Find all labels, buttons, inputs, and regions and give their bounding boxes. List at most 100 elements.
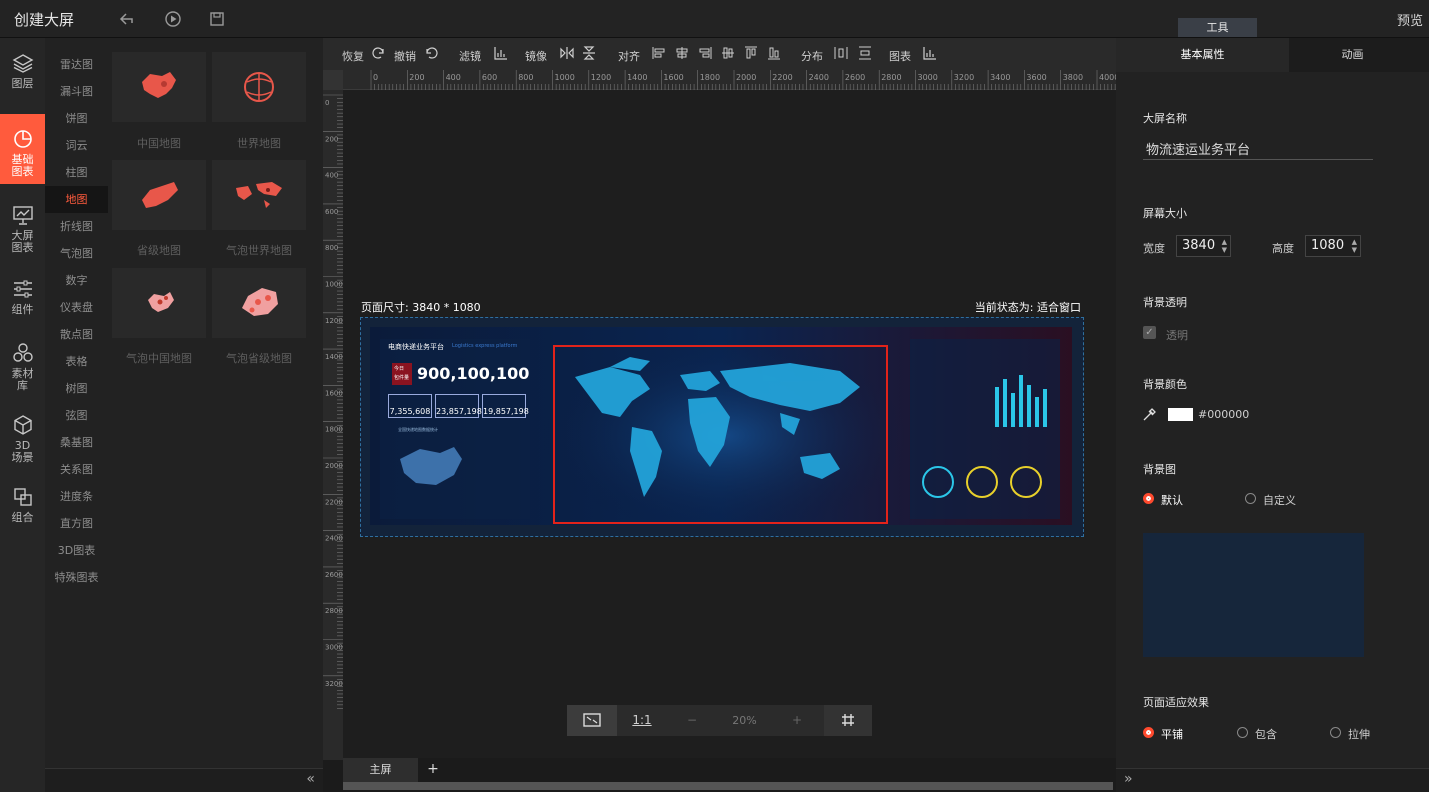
undo-icon[interactable] [424, 46, 438, 60]
width-input[interactable]: 3840 ▲ ▼ [1176, 235, 1231, 257]
align-bottom-icon[interactable] [767, 46, 781, 60]
bg-image-label: 背景图 [1143, 463, 1176, 476]
filter-button[interactable]: 滤镜 [459, 48, 481, 64]
category-item-active[interactable]: 地图 [45, 186, 108, 213]
properties-tabs: 基本属性 动画 [1116, 38, 1429, 72]
category-item[interactable]: 饼图 [45, 105, 108, 132]
china-map-thumb[interactable] [112, 52, 206, 122]
width-label: 宽度 [1143, 242, 1165, 255]
color-swatch[interactable] [1168, 408, 1193, 421]
category-item[interactable]: 关系图 [45, 456, 108, 483]
redo-icon[interactable] [372, 46, 386, 60]
ruler-label: 1600 [325, 389, 343, 397]
bg-image-preview[interactable] [1143, 533, 1364, 657]
pie-chart-icon [13, 130, 32, 148]
align-middle-icon[interactable] [721, 46, 735, 60]
zoom-out-button[interactable]: − [677, 705, 707, 736]
save-icon[interactable] [208, 10, 226, 28]
category-item[interactable]: 直方图 [45, 510, 108, 537]
bubble-world-map-thumb[interactable] [212, 160, 306, 230]
category-item[interactable]: 柱图 [45, 159, 108, 186]
nav-assets[interactable]: 素材库 [0, 328, 45, 398]
fit-screen-button[interactable] [567, 705, 617, 736]
nav-components[interactable]: 组件 [0, 264, 45, 334]
one-to-one-button[interactable]: 1:1 [622, 705, 662, 736]
mirror-horizontal-icon[interactable] [560, 46, 574, 60]
dashboard-preview[interactable]: 电商快递业务平台 Logistics express platform 今日 包… [370, 327, 1072, 525]
distribute-button[interactable]: 分布 [801, 48, 823, 64]
zoom-in-button[interactable]: + [782, 705, 812, 736]
ruler-label: 2000 [325, 462, 343, 470]
transparent-checkbox[interactable]: ✓ [1143, 326, 1156, 339]
category-item[interactable]: 气泡图 [45, 240, 108, 267]
horizontal-scrollbar[interactable] [343, 782, 1113, 790]
category-item[interactable]: 雷达图 [45, 51, 108, 78]
height-input[interactable]: 1080 ▲ ▼ [1305, 235, 1361, 257]
category-item[interactable]: 桑基图 [45, 429, 108, 456]
nav-3d-scene[interactable]: 3D场景 [0, 400, 45, 470]
width-stepper-icon[interactable]: ▲ ▼ [1222, 238, 1227, 254]
grid-button[interactable] [824, 705, 872, 736]
stat-box: 7,355,608 [388, 394, 432, 418]
redo-button[interactable]: 恢复 [342, 48, 364, 64]
back-icon[interactable] [118, 10, 136, 28]
collapse-right-icon[interactable]: » [1124, 771, 1133, 787]
ruler-label: 600 [325, 208, 338, 216]
tab-animation[interactable]: 动画 [1276, 38, 1429, 72]
province-map-thumb[interactable] [112, 160, 206, 230]
tools-tab[interactable]: 工具 [1178, 18, 1257, 37]
collapse-left-icon[interactable]: « [306, 771, 315, 787]
category-item[interactable]: 树图 [45, 375, 108, 402]
world-map-thumb[interactable] [212, 52, 306, 122]
fit-contain-radio[interactable] [1237, 727, 1248, 738]
height-stepper-icon[interactable]: ▲ ▼ [1352, 238, 1357, 254]
mirror-vertical-icon[interactable] [582, 46, 596, 60]
bubble-china-map-thumb[interactable] [112, 268, 206, 338]
category-item[interactable]: 散点图 [45, 321, 108, 348]
nav-layers[interactable]: 图层 [0, 38, 45, 108]
align-center-icon[interactable] [675, 46, 689, 60]
chart-icon[interactable] [923, 46, 937, 60]
category-item[interactable]: 进度条 [45, 483, 108, 510]
category-item[interactable]: 特殊图表 [45, 564, 108, 591]
screen-name-input[interactable]: 物流速运业务平台 [1143, 139, 1373, 160]
category-item[interactable]: 仪表盘 [45, 294, 108, 321]
undo-button[interactable]: 撤销 [394, 48, 416, 64]
align-left-icon[interactable] [652, 46, 666, 60]
add-page-button[interactable]: + [423, 758, 443, 782]
eyedropper-icon[interactable] [1142, 406, 1158, 422]
distribute-vertical-icon[interactable] [858, 46, 872, 60]
group-icon [13, 488, 32, 506]
ruler-label: 2200 [325, 498, 343, 506]
category-item[interactable]: 表格 [45, 348, 108, 375]
fit-effect-label: 页面适应效果 [1143, 696, 1209, 709]
page-tab-main[interactable]: 主屏 [343, 758, 418, 782]
distribute-horizontal-icon[interactable] [834, 46, 848, 60]
filter-chart-icon[interactable] [494, 46, 508, 60]
category-item[interactable]: 3D图表 [45, 537, 108, 564]
category-item[interactable]: 弦图 [45, 402, 108, 429]
play-icon[interactable] [164, 10, 182, 28]
mirror-button[interactable]: 镜像 [525, 48, 547, 64]
bg-default-radio[interactable] [1143, 493, 1154, 504]
category-item[interactable]: 漏斗图 [45, 78, 108, 105]
bubble-province-map-thumb[interactable] [212, 268, 306, 338]
ruler-label: 1400 [325, 353, 343, 361]
preview-button[interactable]: 预览 [1397, 10, 1423, 29]
fit-tile-radio[interactable] [1143, 727, 1154, 738]
align-right-icon[interactable] [698, 46, 712, 60]
category-item[interactable]: 折线图 [45, 213, 108, 240]
nav-group[interactable]: 组合 [0, 472, 45, 542]
chart-button[interactable]: 图表 [889, 48, 911, 64]
tab-basic-properties[interactable]: 基本属性 [1116, 38, 1289, 72]
category-item[interactable]: 数字 [45, 267, 108, 294]
fit-stretch-radio[interactable] [1330, 727, 1341, 738]
thumb-label: 气泡中国地图 [126, 352, 192, 365]
nav-basic-charts[interactable]: 基础图表 [0, 114, 45, 184]
align-button[interactable]: 对齐 [618, 48, 640, 64]
thumb-label: 省级地图 [137, 244, 181, 257]
bg-custom-radio[interactable] [1245, 493, 1256, 504]
category-item[interactable]: 词云 [45, 132, 108, 159]
align-top-icon[interactable] [744, 46, 758, 60]
nav-screen-charts[interactable]: 大屏图表 [0, 190, 45, 260]
